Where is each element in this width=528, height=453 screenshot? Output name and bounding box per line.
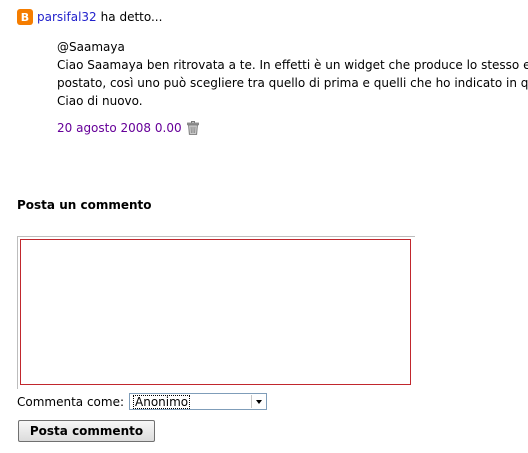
comment-footer: 20 agosto 2008 0.00 bbox=[57, 121, 199, 135]
comment-line: postato, così uno può scegliere tra quel… bbox=[57, 76, 528, 90]
comment-as-row: Commenta come: Anonimo bbox=[17, 393, 268, 410]
post-comment-button[interactable]: Posta commento bbox=[18, 420, 155, 442]
comment-textarea-frame bbox=[17, 236, 415, 389]
comment-said-text: ha detto... bbox=[100, 10, 163, 24]
comment-line: Ciao di nuovo. bbox=[57, 94, 143, 108]
comment-timestamp-link[interactable]: 20 agosto 2008 0.00 bbox=[57, 121, 182, 135]
identity-select[interactable]: Anonimo bbox=[129, 393, 268, 410]
identity-selected-value: Anonimo bbox=[133, 394, 191, 409]
blogger-icon: B bbox=[17, 9, 33, 25]
trash-icon[interactable] bbox=[186, 121, 199, 135]
comment-textarea[interactable] bbox=[20, 239, 411, 385]
comment-line: @Saamaya bbox=[57, 40, 125, 54]
post-comment-title: Posta un commento bbox=[17, 198, 152, 212]
comment-line: Ciao Saamaya ben ritrovata a te. In effe… bbox=[57, 58, 528, 72]
comment-author-link[interactable]: parsifal32 bbox=[37, 10, 97, 24]
chevron-down-icon[interactable] bbox=[251, 395, 265, 408]
comment-body: @Saamaya Ciao Saamaya ben ritrovata a te… bbox=[57, 38, 528, 110]
comment-header: B parsifal32 ha detto... bbox=[17, 8, 162, 26]
comment-as-label: Commenta come: bbox=[17, 394, 125, 409]
